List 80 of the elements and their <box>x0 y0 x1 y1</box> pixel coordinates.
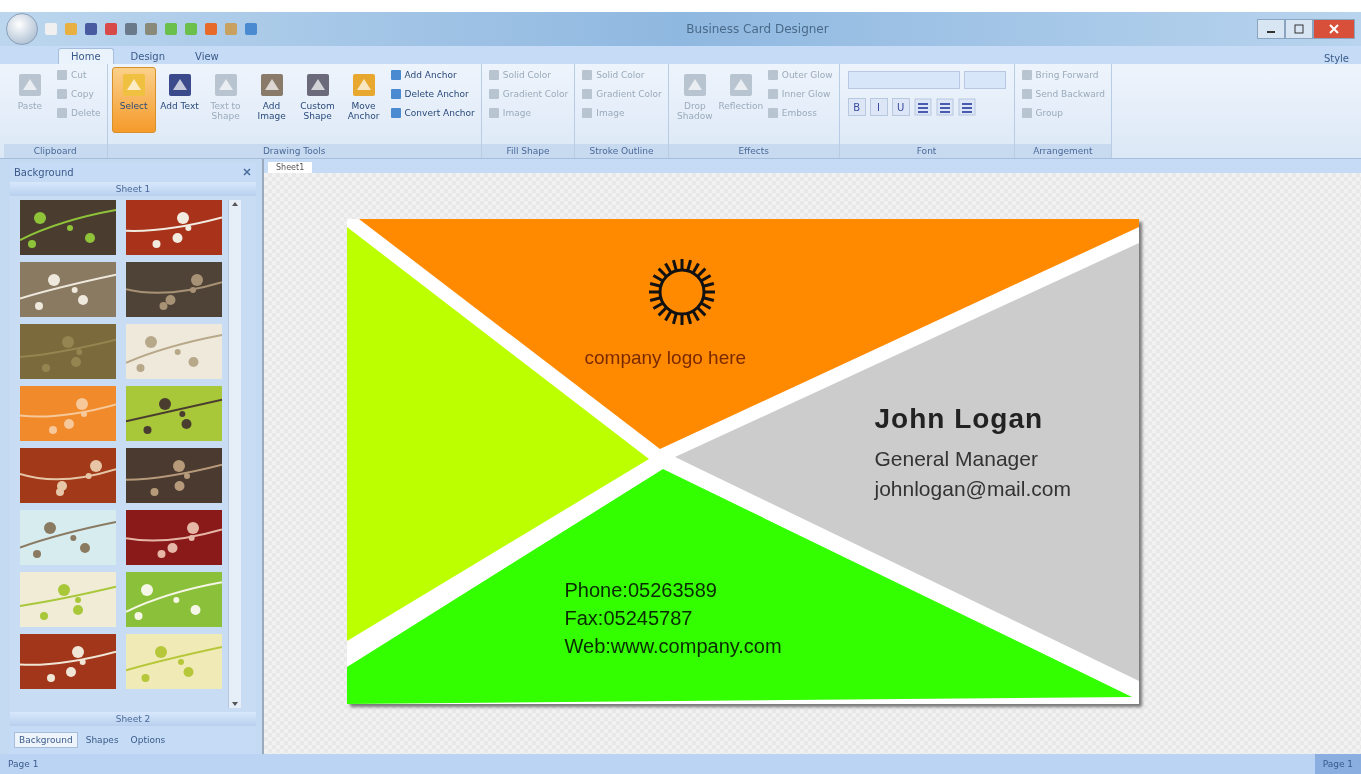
minimize-icon <box>1267 31 1275 33</box>
toolbar-icon[interactable] <box>124 22 138 36</box>
tool-icon <box>56 69 68 81</box>
tool-icon <box>389 107 402 119</box>
tool-icon <box>389 69 402 81</box>
tool-icon <box>56 107 68 119</box>
business-card[interactable]: company logo here John Logan General Manager johnlogan@mail.com Phone:05263589 Fax:05245787 Web:www.company.com <box>346 219 1139 704</box>
section-header[interactable]: Sheet 1 <box>10 182 256 196</box>
format-button[interactable]: B <box>847 98 866 116</box>
logo-text: company logo here <box>584 347 747 369</box>
group-label: Clipboard <box>4 144 107 158</box>
toolbar-icon[interactable] <box>104 22 118 36</box>
group-label: Effects <box>668 144 839 158</box>
scrollbar[interactable] <box>228 200 241 708</box>
toolbar-icon[interactable] <box>84 22 98 36</box>
tool-icon <box>389 88 402 100</box>
job-title: General Manager <box>874 447 1038 471</box>
maximize-icon <box>1294 24 1304 34</box>
close-button[interactable] <box>1313 19 1355 39</box>
font-field[interactable] <box>847 71 960 89</box>
ribbon-button[interactable]: Add Text <box>157 67 202 133</box>
group-label: Drawing Tools <box>107 144 481 158</box>
tool-icon <box>581 88 594 100</box>
ribbon-button[interactable]: Select <box>111 67 156 133</box>
format-button[interactable]: I <box>869 98 888 116</box>
web-text: Web:www.company.com <box>564 635 782 658</box>
tool-icon <box>487 107 500 119</box>
email-text: johnlogan@mail.com <box>874 477 1071 501</box>
style-menu[interactable]: Style <box>1323 53 1349 64</box>
size-field[interactable] <box>963 71 1006 89</box>
panel-tab[interactable]: Shapes <box>81 732 123 748</box>
close-icon <box>1329 24 1339 34</box>
window-title: Business Card Designer <box>686 22 829 36</box>
tool-icon <box>766 107 779 119</box>
scroll-down-icon[interactable] <box>231 700 239 708</box>
tool-icon <box>1020 69 1033 81</box>
tool-icon <box>1020 88 1033 100</box>
panel-title: Background <box>14 167 74 178</box>
status-text: Page 1 <box>1314 754 1361 774</box>
status-text: Page 1 <box>7 759 40 769</box>
tool-icon <box>487 69 500 81</box>
fax-text: Fax:05245787 <box>564 607 693 630</box>
ribbon-button[interactable]: Delete Anchor <box>387 86 477 102</box>
group-label: Fill Shape <box>481 144 575 158</box>
ribbon-tab[interactable]: Design <box>117 48 179 64</box>
tool-icon <box>1020 107 1033 119</box>
section-header[interactable]: Sheet 2 <box>10 712 256 726</box>
ribbon-button[interactable]: Move Anchor <box>341 67 386 133</box>
ribbon-button[interactable]: Add Anchor <box>387 67 477 83</box>
scroll-up-icon[interactable] <box>231 200 239 208</box>
ribbon-tab[interactable]: Home <box>58 48 114 64</box>
tool-icon <box>766 88 779 100</box>
toolbar-icon[interactable] <box>204 22 218 36</box>
ribbon-button[interactable]: Convert Anchor <box>387 105 477 121</box>
tool-icon <box>581 107 594 119</box>
document-tab[interactable]: Sheet1 <box>268 162 313 173</box>
sun-icon <box>646 257 717 327</box>
toolbar-icon[interactable] <box>244 22 258 36</box>
tool-icon <box>487 88 500 100</box>
group-label: Font <box>839 144 1014 158</box>
group-label: Stroke Outline <box>575 144 668 158</box>
name-text: John Logan <box>874 403 1044 435</box>
ribbon-tab[interactable]: View <box>182 48 232 64</box>
app-menu-button[interactable] <box>6 13 38 45</box>
group-label: Arrangement <box>1014 144 1112 158</box>
phone-text: Phone:05263589 <box>564 579 717 602</box>
align-icon[interactable] <box>913 98 932 116</box>
tool-icon <box>56 88 68 100</box>
align-icon[interactable] <box>935 98 954 116</box>
close-icon[interactable] <box>242 167 252 177</box>
tool-icon <box>581 69 594 81</box>
panel-tab[interactable]: Background <box>14 732 78 748</box>
toolbar-icon[interactable] <box>144 22 158 36</box>
tool-icon <box>766 69 779 81</box>
align-icon[interactable] <box>957 98 976 116</box>
panel-tab[interactable]: Options <box>126 732 170 748</box>
ribbon-button[interactable]: Custom Shape <box>295 67 340 133</box>
format-button[interactable]: U <box>891 98 910 116</box>
minimize-button[interactable] <box>1257 19 1285 39</box>
ribbon-button[interactable]: Add Image <box>249 67 294 133</box>
